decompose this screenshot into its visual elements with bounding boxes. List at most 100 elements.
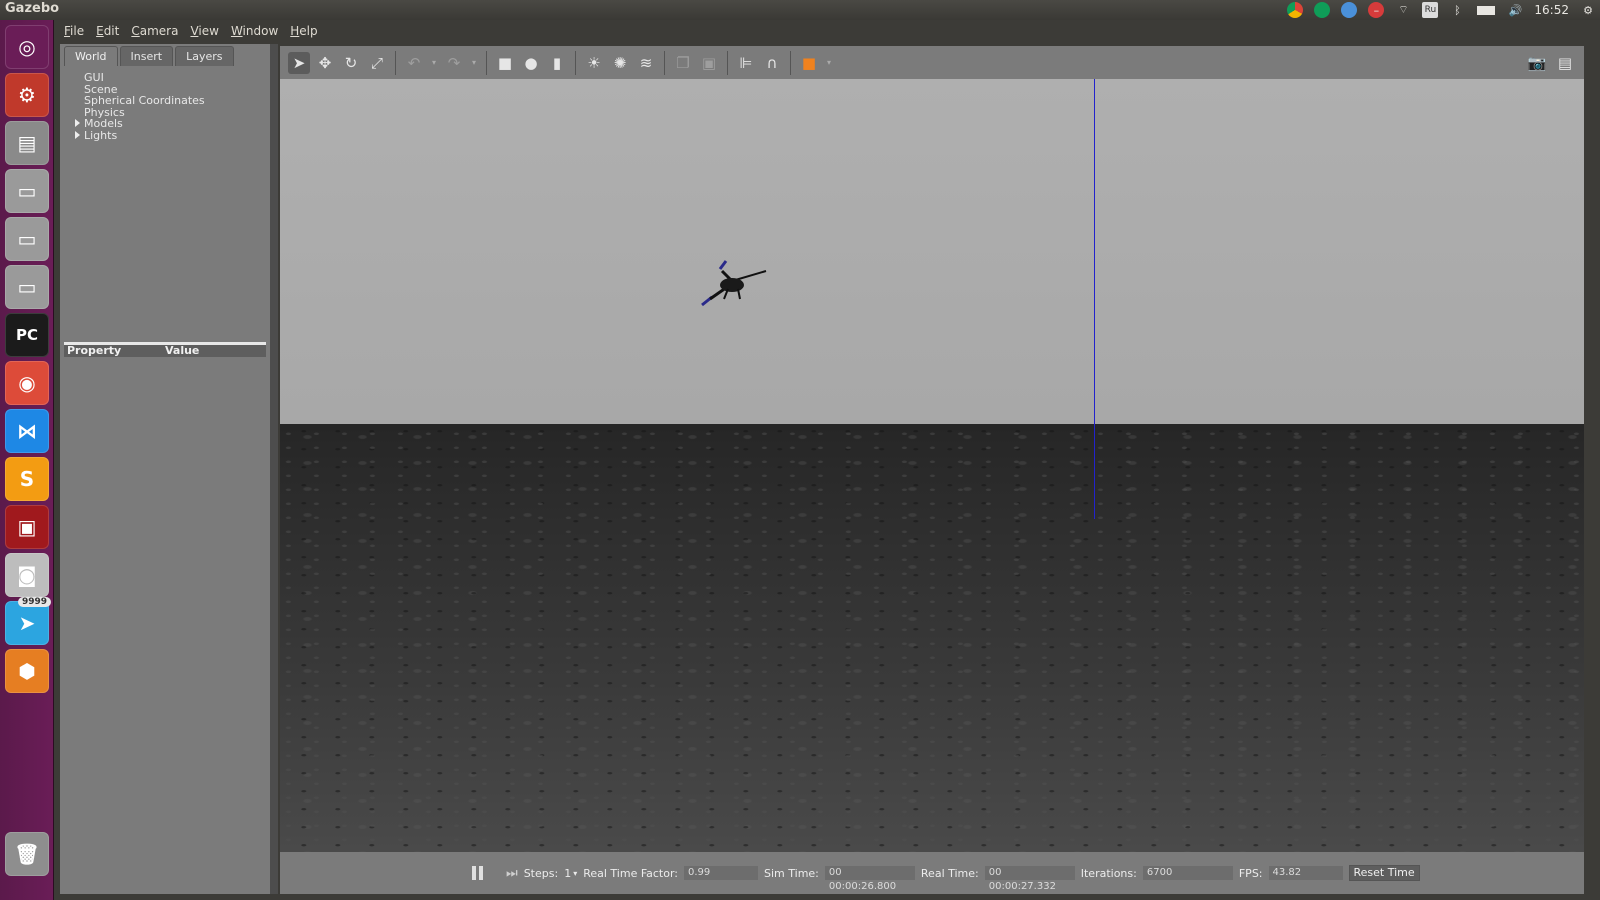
toolbar-separator — [395, 50, 396, 75]
terminal-icon[interactable]: ▣ — [5, 505, 49, 549]
select-arrow-icon[interactable]: ➤ — [288, 51, 310, 74]
tab-layers[interactable]: Layers — [175, 46, 234, 66]
hangouts-icon[interactable] — [1314, 2, 1331, 18]
view-angle-icon[interactable]: ■ — [798, 52, 820, 74]
drive-icon[interactable]: ▭ — [5, 217, 49, 261]
keyboard-layout-icon[interactable]: Ru — [1422, 2, 1439, 18]
snap-icon[interactable]: ∩ — [761, 52, 783, 74]
chevron-down-icon[interactable]: ▾ — [469, 52, 479, 74]
terminal-glyph: ▣ — [17, 515, 37, 539]
drive-icon[interactable]: ▭ — [5, 169, 49, 213]
ubuntu-dash-icon[interactable]: ◎ — [5, 25, 49, 69]
iterations-field: 6700 — [1142, 866, 1233, 880]
chevron-down-icon[interactable]: ▾ — [429, 52, 439, 74]
toolbar: ➤ ✥ ↻ ⤢ ↶ ▾ ↷ ▾ ■ ● ▮ ☀ ✺ ≋ ❐ ▣ ⊫ ∩ ■ ▾ … — [280, 46, 1584, 79]
rtf-label: Real Time Factor: — [583, 866, 679, 880]
tab-world[interactable]: World — [64, 46, 118, 66]
sim-time-label: Sim Time: — [764, 866, 819, 880]
chrome-icon[interactable]: ◉ — [5, 361, 49, 405]
menu-window[interactable]: Window — [225, 24, 284, 38]
undo-icon[interactable]: ↶ — [403, 52, 425, 74]
spot-light-icon[interactable]: ✺ — [609, 52, 631, 74]
pause-icon[interactable] — [472, 866, 486, 880]
tree-item-gui[interactable]: GUI — [64, 72, 264, 84]
sphere-icon[interactable]: ● — [520, 52, 542, 74]
vscode-icon[interactable]: ⋈ — [5, 409, 49, 453]
chrome-glyph: ◉ — [18, 371, 36, 395]
reset-time-button[interactable]: Reset Time — [1348, 865, 1420, 881]
expand-arrow-icon[interactable] — [75, 119, 80, 127]
value-column-header[interactable]: Value — [162, 345, 199, 357]
top-panel: Gazebo – ⌔ Ru ᛒ 🔊 16:52 ⚙ — [0, 0, 1600, 20]
bluetooth-icon[interactable]: ᛒ — [1449, 2, 1465, 18]
point-light-icon[interactable]: ☀ — [583, 52, 605, 74]
chevron-down-icon[interactable]: ▾ — [824, 52, 834, 74]
simulation-status-bar: ⏭ Steps: 1 ▾ Real Time Factor: 0.99 Sim … — [280, 852, 1584, 894]
trash-icon[interactable]: 🗑 — [5, 832, 49, 876]
property-table-header: Property Value — [64, 345, 266, 357]
battery-icon[interactable] — [1476, 2, 1496, 18]
gazebo-icon[interactable]: ⬢ — [5, 649, 49, 693]
chevron-down-icon[interactable]: ▾ — [573, 869, 577, 878]
system-settings-icon[interactable]: ⚙ — [5, 73, 49, 117]
menu-file[interactable]: File — [58, 24, 90, 38]
box-icon[interactable]: ■ — [494, 52, 516, 74]
property-column-header[interactable]: Property — [64, 345, 162, 357]
tree-item-lights[interactable]: Lights — [64, 130, 264, 142]
drive-glyph: ▭ — [17, 275, 37, 299]
panel-splitter[interactable] — [270, 44, 278, 894]
paste-icon[interactable]: ▣ — [698, 52, 720, 74]
property-table: Property Value — [64, 342, 266, 890]
files-icon[interactable]: ▤ — [5, 121, 49, 165]
menu-edit[interactable]: Edit — [90, 24, 125, 38]
sublime-icon[interactable]: S — [5, 457, 49, 501]
expand-arrow-icon[interactable] — [75, 130, 80, 139]
fps-label: FPS: — [1238, 866, 1263, 880]
rotate-icon[interactable]: ↻ — [340, 52, 362, 74]
3d-viewport[interactable] — [280, 79, 1584, 852]
vscode-glyph: ⋈ — [17, 419, 37, 443]
copy-icon[interactable]: ❐ — [672, 52, 694, 74]
system-tray: – ⌔ Ru ᛒ 🔊 16:52 ⚙ — [1287, 0, 1596, 20]
settings-gear-icon[interactable]: ⚙ — [1580, 2, 1596, 18]
translate-icon[interactable]: ✥ — [314, 52, 336, 74]
sim-time-field: 00 00:00:26.800 — [824, 866, 915, 892]
chrome-icon[interactable] — [1287, 2, 1304, 18]
quadcopter-model[interactable] — [692, 259, 772, 311]
toolbar-separator — [486, 50, 487, 75]
steps-value[interactable]: 1 — [564, 867, 571, 880]
toolbar-separator — [575, 50, 576, 75]
sky — [280, 79, 1584, 424]
directional-light-icon[interactable]: ≋ — [635, 52, 657, 74]
launcher: ◎ ⚙ ▤ ▭ ▭ ▭ PC ◉ ⋈ S ▣ ◙ ➤ 9999 ⬢ 🗑 — [0, 20, 54, 900]
wifi-icon[interactable]: ⌔ — [1395, 2, 1411, 18]
scale-icon[interactable]: ⤢ — [366, 52, 388, 74]
clock[interactable]: 16:52 — [1534, 3, 1569, 17]
volume-icon[interactable]: 🔊 — [1507, 2, 1523, 18]
telegram-glyph: ➤ — [18, 611, 36, 635]
align-icon[interactable]: ⊫ — [735, 52, 757, 74]
tree-item-label: Lights — [84, 128, 118, 142]
menu-help[interactable]: Help — [284, 24, 323, 38]
menu-view[interactable]: View — [184, 24, 224, 38]
notification-badge: 9999 — [17, 597, 51, 607]
camera-icon[interactable]: ◙ — [5, 553, 49, 597]
fps-field: 43.82 — [1268, 866, 1343, 880]
cylinder-icon[interactable]: ▮ — [546, 52, 568, 74]
telegram-icon[interactable]: ➤ 9999 — [5, 597, 51, 645]
log-icon[interactable]: ▤ — [1554, 52, 1576, 74]
drive-icon[interactable]: ▭ — [5, 265, 49, 309]
do-not-disturb-icon[interactable]: – — [1368, 2, 1385, 18]
tree-item-spherical-coordinates[interactable]: Spherical Coordinates — [64, 95, 264, 107]
update-icon[interactable] — [1341, 2, 1358, 18]
pycharm-icon[interactable]: PC — [5, 313, 49, 357]
screenshot-icon[interactable]: 📷 — [1526, 52, 1548, 74]
toolbar-separator — [727, 50, 728, 75]
redo-icon[interactable]: ↷ — [443, 52, 465, 74]
left-panel-tabs: World Insert Layers — [64, 46, 234, 68]
tab-insert[interactable]: Insert — [119, 46, 174, 66]
menu-camera[interactable]: Camera — [125, 24, 184, 38]
z-axis-line — [1094, 79, 1095, 519]
step-icon[interactable]: ⏭ — [506, 866, 518, 881]
toolbar-separator — [664, 50, 665, 75]
